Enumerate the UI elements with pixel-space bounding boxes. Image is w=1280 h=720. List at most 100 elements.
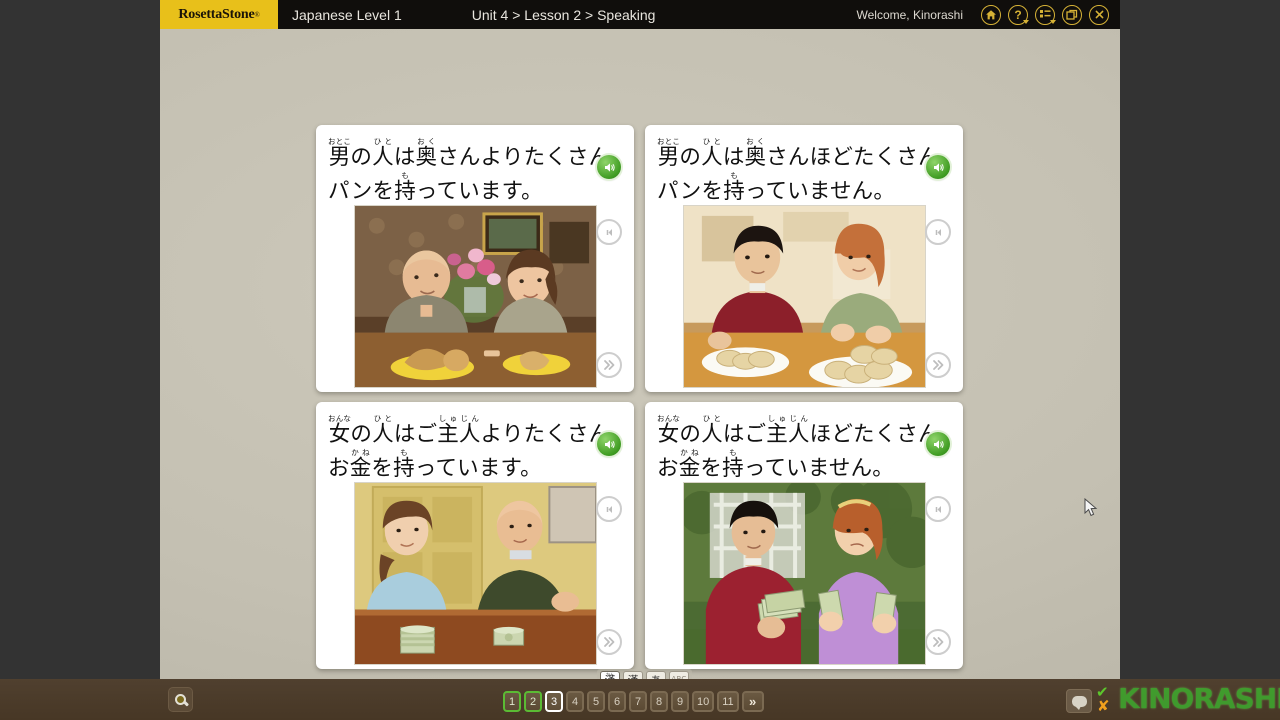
help-icon[interactable]: ? — [1008, 4, 1029, 25]
furigana: おとこ — [328, 137, 352, 146]
card-4-line-1: 女おんなの人ひとはご主人しゅじんほどたくさん — [657, 414, 940, 447]
replay-audio-button-2[interactable] — [925, 219, 951, 245]
furigana: かね — [678, 447, 701, 457]
page-next-button[interactable]: » — [741, 691, 764, 712]
header-icon-group: ? — [981, 4, 1109, 25]
chevron-down-icon — [1023, 19, 1029, 24]
page-button-9[interactable]: 9 — [671, 691, 689, 712]
page-button-11[interactable]: 11 — [717, 691, 739, 712]
furigana: も — [722, 447, 744, 457]
card-1-photo — [354, 205, 597, 388]
ruby-group: 持も — [722, 447, 744, 481]
app-header: RosettaStone ® Japanese Level 1 Unit 4 > … — [160, 0, 1120, 29]
ruby-group: 主人しゅじん — [437, 414, 481, 447]
furigana: おとこ — [657, 137, 681, 146]
card-3-sentence: 女おんなの人ひとはご主人しゅじんよりたくさん お金かねを持もっています。 — [328, 414, 611, 481]
play-audio-button-3[interactable] — [597, 432, 621, 456]
next-button-1[interactable] — [596, 352, 622, 378]
furigana: も — [723, 170, 745, 180]
card-3-line-1: 女おんなの人ひとはご主人しゅじんよりたくさん — [328, 414, 611, 447]
home-icon[interactable] — [981, 4, 1001, 25]
screen-root: RosettaStone ® Japanese Level 1 Unit 4 > … — [0, 0, 1280, 720]
breadcrumb: Unit 4 > Lesson 2 > Speaking — [471, 6, 656, 23]
next-button-4[interactable] — [925, 629, 951, 655]
mouse-cursor — [1084, 497, 1098, 518]
card-1-line-2: パンを持もっています。 — [328, 170, 543, 204]
ruby-group: 持も — [723, 170, 745, 204]
page-button-7[interactable]: 7 — [629, 691, 647, 712]
x-mark-icon: ✘ — [1097, 698, 1110, 715]
furigana: おく — [415, 137, 438, 146]
search-button[interactable] — [168, 687, 193, 712]
search-icon-handle — [182, 699, 190, 706]
furigana: も — [393, 447, 415, 457]
ruby-group: 男おとこ — [328, 137, 352, 170]
play-audio-button-1[interactable] — [597, 155, 621, 179]
ruby-group: 金かね — [349, 447, 372, 481]
furigana: しゅじん — [766, 414, 810, 423]
next-button-2[interactable] — [925, 352, 951, 378]
ruby-group: 男おとこ — [657, 137, 681, 170]
feedback-bubble-button[interactable] — [1066, 689, 1092, 713]
score-marks: ✔ ✘ — [1096, 685, 1114, 717]
page-button-2[interactable]: 2 — [524, 691, 542, 712]
card-3-photo — [354, 482, 597, 665]
window-restore-icon[interactable] — [1062, 4, 1082, 25]
furigana: おんな — [657, 414, 681, 423]
furigana: ひと — [701, 137, 723, 146]
furigana: おんな — [328, 414, 352, 423]
furigana: しゅじん — [437, 414, 481, 423]
answer-card-1[interactable]: 男おとこの人ひとは奥おくさんよりたくさん パンを持もっています。 — [316, 125, 634, 392]
card-2-photo — [683, 205, 926, 388]
ruby-group: 持も — [394, 170, 416, 204]
card-2-line-2: パンを持もっていません。 — [657, 170, 896, 204]
page-button-5[interactable]: 5 — [587, 691, 605, 712]
next-button-3[interactable] — [596, 629, 622, 655]
ruby-group: 金かね — [678, 447, 701, 481]
logo-text: RosettaStone — [178, 6, 255, 22]
page-button-1[interactable]: 1 — [503, 691, 521, 712]
answer-card-3[interactable]: 女おんなの人ひとはご主人しゅじんよりたくさん お金かねを持もっています。 — [316, 402, 634, 669]
ruby-group: 人ひと — [372, 414, 394, 447]
page-button-4[interactable]: 4 — [566, 691, 584, 712]
card-4-line-2: お金かねを持もっていません。 — [657, 447, 894, 481]
logo-registered-mark: ® — [254, 10, 260, 19]
watermark: KINORASHI — [1118, 682, 1280, 715]
ruby-group: 持も — [393, 447, 415, 481]
card-1-line-1: 男おとこの人ひとは奥おくさんよりたくさん — [328, 137, 611, 170]
search-icon — [175, 694, 190, 706]
ruby-group: 人ひと — [701, 137, 723, 170]
furigana: おく — [744, 137, 767, 146]
rosetta-stone-logo: RosettaStone ® — [160, 0, 278, 29]
furigana: ひと — [701, 414, 723, 423]
replay-audio-button-3[interactable] — [596, 496, 622, 522]
page-button-6[interactable]: 6 — [608, 691, 626, 712]
furigana: も — [394, 170, 416, 180]
page-button-3[interactable]: 3 — [545, 691, 563, 712]
furigana: ひと — [372, 137, 394, 146]
ruby-group: 人ひと — [701, 414, 723, 447]
ruby-group: 奥おく — [744, 137, 767, 170]
furigana: かね — [349, 447, 372, 457]
answer-card-grid: 男おとこの人ひとは奥おくさんよりたくさん パンを持もっています。 男おとこの人ひ… — [316, 125, 963, 669]
replay-audio-button-1[interactable] — [596, 219, 622, 245]
page-button-8[interactable]: 8 — [650, 691, 668, 712]
play-audio-button-4[interactable] — [926, 432, 950, 456]
page-button-10[interactable]: 10 — [692, 691, 715, 712]
ruby-group: 女おんな — [657, 414, 681, 447]
course-title: Japanese Level 1 — [292, 6, 402, 23]
replay-audio-button-4[interactable] — [925, 496, 951, 522]
pagination: 1 2 3 4 5 6 7 8 9 10 11 » — [503, 691, 764, 712]
menu-list-icon[interactable] — [1035, 4, 1056, 25]
furigana: ひと — [372, 414, 394, 423]
chevron-down-icon — [1050, 19, 1056, 24]
play-audio-button-2[interactable] — [926, 155, 950, 179]
welcome-message: Welcome, Kinorashi — [856, 7, 964, 22]
card-3-line-2: お金かねを持もっています。 — [328, 447, 542, 481]
answer-card-4[interactable]: 女おんなの人ひとはご主人しゅじんほどたくさん お金かねを持もっていません。 — [645, 402, 963, 669]
script-ruby-label: かん — [606, 672, 614, 677]
card-2-sentence: 男おとこの人ひとは奥おくさんほどたくさん パンを持もっていません。 — [657, 137, 940, 204]
answer-card-2[interactable]: 男おとこの人ひとは奥おくさんほどたくさん パンを持もっていません。 — [645, 125, 963, 392]
card-4-photo — [683, 482, 926, 665]
close-icon[interactable] — [1089, 4, 1109, 25]
